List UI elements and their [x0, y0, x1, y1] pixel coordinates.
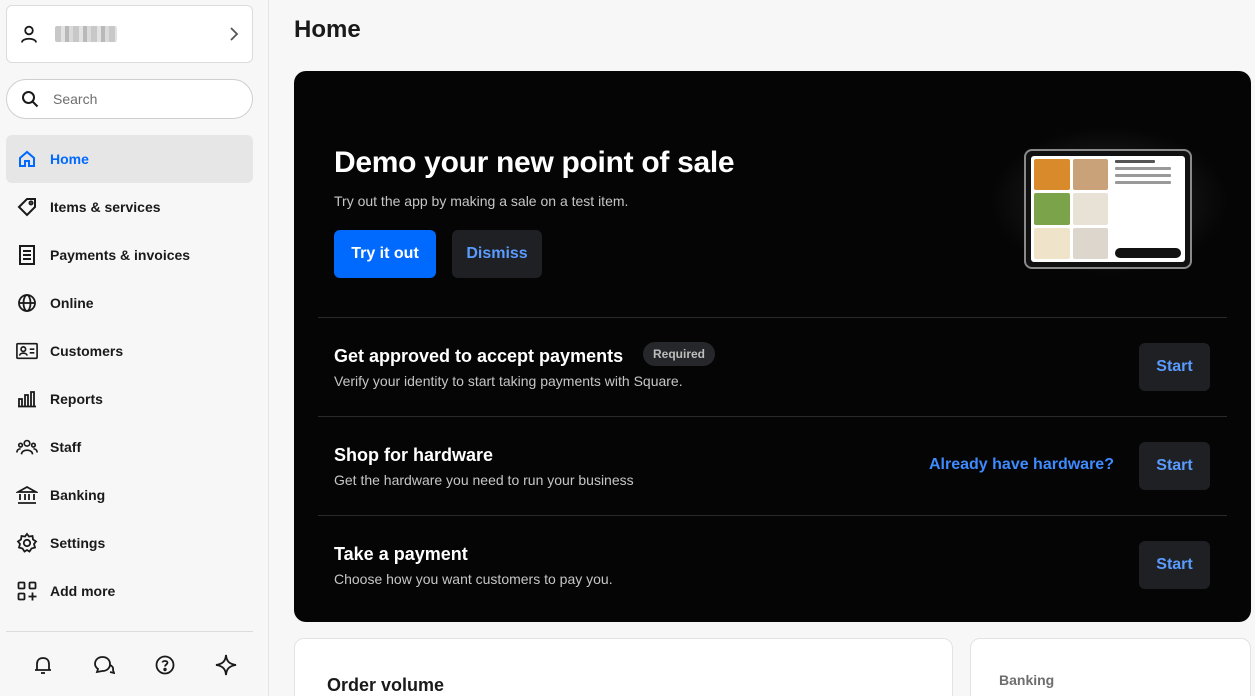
task-title: Get approved to accept payments	[334, 346, 624, 366]
page-title: Home	[294, 16, 361, 43]
sidebar-divider	[6, 631, 253, 632]
home-icon	[16, 148, 38, 170]
row-divider	[318, 515, 1227, 516]
sidebar-item-label: Payments & invoices	[50, 247, 191, 263]
sidebar-item-staff[interactable]: Staff	[6, 423, 253, 471]
row-divider	[318, 416, 1227, 417]
person-icon	[21, 25, 37, 43]
sidebar-item-online[interactable]: Online	[6, 279, 253, 327]
banking-card: Banking	[970, 638, 1251, 696]
sidebar-item-home[interactable]: Home	[6, 135, 253, 183]
sidebar-item-label: Settings	[50, 535, 106, 551]
contact-card-icon	[16, 340, 38, 362]
sidebar-item-label: Add more	[50, 583, 116, 599]
pos-tablet-illustration	[1024, 149, 1192, 269]
account-name-redacted	[55, 26, 117, 42]
start-button[interactable]: Start	[1139, 442, 1210, 490]
setup-card: Demo your new point of sale Try out the …	[294, 71, 1251, 622]
task-subtitle: Get the hardware you need to run your bu…	[334, 472, 634, 488]
task-title: Take a payment	[334, 544, 468, 564]
task-subtitle: Verify your identity to start taking pay…	[334, 373, 683, 389]
order-volume-title: Order volume	[327, 675, 445, 695]
bar-chart-icon	[16, 388, 38, 410]
sidebar: Home Items & services Payments & invoice…	[0, 0, 269, 696]
sidebar-item-settings[interactable]: Settings	[6, 519, 253, 567]
sidebar-item-label: Customers	[50, 343, 124, 359]
sidebar-item-label: Staff	[50, 439, 82, 455]
main-content: Home Demo your new point of sale Try out…	[270, 0, 1255, 696]
start-button[interactable]: Start	[1139, 343, 1210, 391]
sidebar-item-banking[interactable]: Banking	[6, 471, 253, 519]
sidebar-item-items-services[interactable]: Items & services	[6, 183, 253, 231]
try-it-out-button[interactable]: Try it out	[334, 230, 436, 278]
sidebar-item-label: Banking	[50, 487, 106, 503]
people-icon	[16, 436, 38, 458]
sparkle-icon[interactable]	[209, 648, 243, 682]
chevron-right-icon	[230, 27, 239, 41]
sidebar-item-payments-invoices[interactable]: Payments & invoices	[6, 231, 253, 279]
start-button[interactable]: Start	[1139, 541, 1210, 589]
receipt-icon	[16, 244, 38, 266]
sidebar-item-label: Home	[50, 151, 89, 167]
chat-icon[interactable]	[87, 648, 121, 682]
hero-title: Demo your new point of sale	[334, 146, 735, 179]
sidebar-item-customers[interactable]: Customers	[6, 327, 253, 375]
sidebar-item-label: Reports	[50, 391, 103, 407]
banking-title: Banking	[999, 672, 1055, 688]
account-switcher[interactable]	[6, 5, 253, 63]
task-title: Shop for hardware	[334, 445, 494, 465]
sidebar-bottom-toolbar	[0, 648, 269, 682]
search-icon	[22, 91, 39, 108]
search-box[interactable]	[6, 79, 253, 119]
add-apps-icon	[16, 580, 38, 602]
sidebar-item-label: Online	[50, 295, 94, 311]
sidebar-nav: Home Items & services Payments & invoice…	[6, 135, 253, 615]
order-volume-card: Order volume	[294, 638, 953, 696]
hero-subtitle: Try out the app by making a sale on a te…	[334, 193, 629, 209]
tag-icon	[16, 196, 38, 218]
globe-icon	[16, 292, 38, 314]
sidebar-item-add-more[interactable]: Add more	[6, 567, 253, 615]
bell-icon[interactable]	[26, 648, 60, 682]
dismiss-button[interactable]: Dismiss	[452, 230, 542, 278]
bank-icon	[16, 484, 38, 506]
task-subtitle: Choose how you want customers to pay you…	[334, 571, 613, 587]
search-input[interactable]	[53, 91, 223, 107]
gear-icon	[16, 532, 38, 554]
help-icon[interactable]	[148, 648, 182, 682]
sidebar-item-label: Items & services	[50, 199, 161, 215]
sidebar-item-reports[interactable]: Reports	[6, 375, 253, 423]
already-have-hardware-link[interactable]: Already have hardware?	[929, 456, 1114, 474]
row-divider	[318, 317, 1227, 318]
required-badge: Required	[643, 342, 716, 366]
